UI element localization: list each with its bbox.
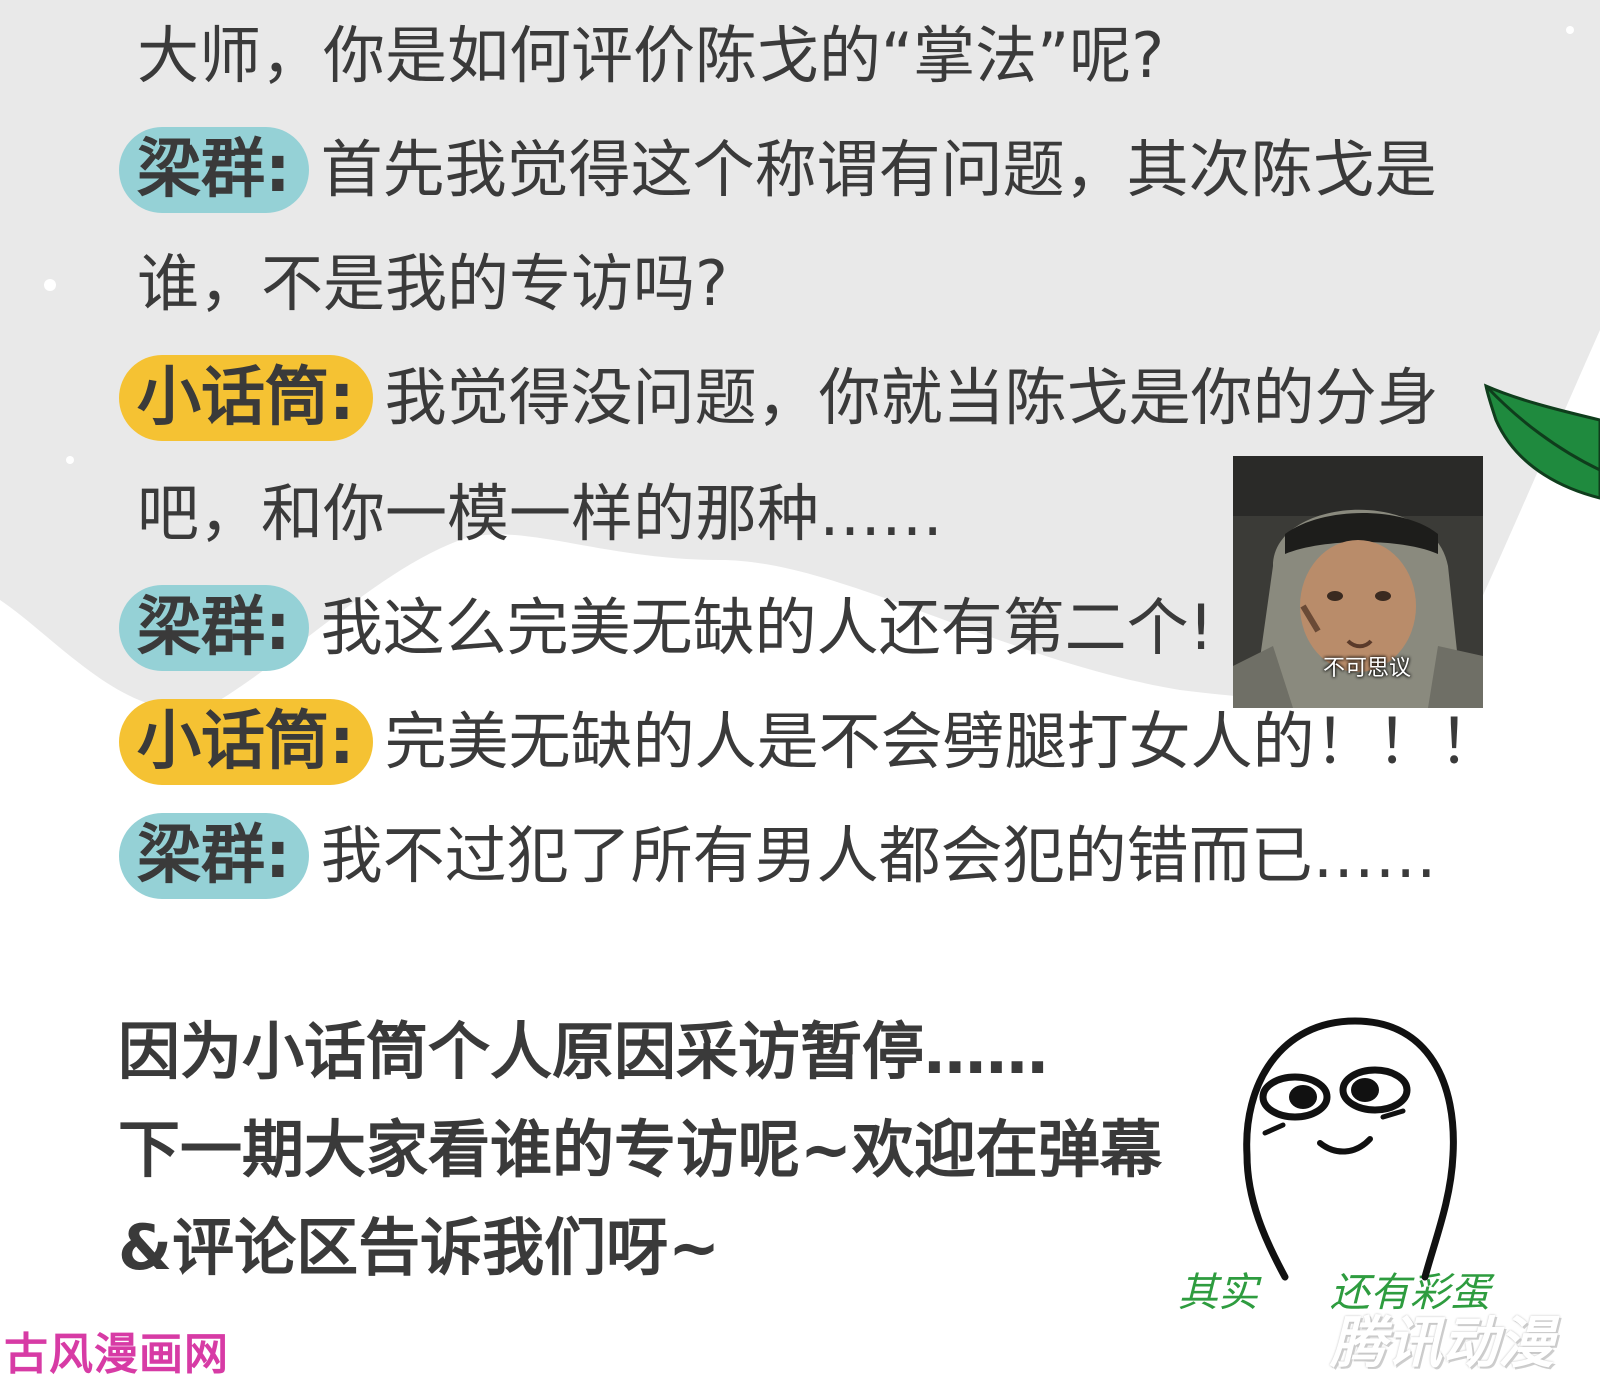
closing-line-2: 下一期大家看谁的专访呢~欢迎在弹幕 xyxy=(118,1113,1162,1186)
watermark-right: 腾讯动漫 xyxy=(1330,1311,1554,1376)
speaker-badge-liangqun: 梁群: xyxy=(119,126,309,213)
dialogue-line: 梁群: 我这么完美无缺的人还有第二个! xyxy=(119,584,1214,671)
speaker-badge-liangqun: 梁群: xyxy=(119,812,309,899)
dialogue-text: 完美无缺的人是不会劈腿打女人的！！！ xyxy=(384,704,1501,778)
dialogue-text: 首先我觉得这个称谓有问题，其次陈戈是 xyxy=(320,132,1437,206)
speaker-badge-xiaohuatong: 小话筒: xyxy=(119,354,373,441)
dialogue-text: 吧，和你一模一样的那种…… xyxy=(137,476,944,550)
dialogue-line: 梁群: 我不过犯了所有男人都会犯的错而已…… xyxy=(119,812,1437,899)
dialogue-line: 梁群: 首先我觉得这个称谓有问题，其次陈戈是 xyxy=(119,126,1437,213)
meme-photo: 不可思议 xyxy=(1233,456,1483,708)
meme-caption: 不可思议 xyxy=(1322,656,1411,681)
dialogue-text: 我不过犯了所有男人都会犯的错而已…… xyxy=(320,818,1437,892)
dialogue-line: 小话筒: 完美无缺的人是不会劈腿打女人的！！！ xyxy=(119,698,1501,785)
dialogue-line: 吧，和你一模一样的那种…… xyxy=(137,470,943,554)
speaker-badge-xiaohuatong: 小话筒: xyxy=(119,698,373,785)
dialogue-text: 谁，不是我的专访吗? xyxy=(137,246,728,320)
closing-line-3: &评论区告诉我们呀~ xyxy=(118,1211,721,1284)
question-line: 大师，你是如何评价陈戈的“掌法”呢? xyxy=(137,12,1164,96)
dialogue-line: 谁，不是我的专访吗? xyxy=(137,240,728,324)
dialogue-line: 小话筒: 我觉得没问题，你就当陈戈是你的分身 xyxy=(119,354,1439,441)
closing-line-1: 因为小话筒个人原因采访暂停…… xyxy=(118,1015,1049,1088)
dialogue-text: 我这么完美无缺的人还有第二个! xyxy=(320,590,1214,664)
watermark-left: 古风漫画网 xyxy=(4,1329,229,1380)
dialogue-text: 我觉得没问题，你就当陈戈是你的分身 xyxy=(384,360,1439,434)
interview-page: 大师，你是如何评价陈戈的“掌法”呢? 梁群: 首先我觉得这个称谓有问题，其次陈戈是… xyxy=(0,0,1600,1380)
question-text: 大师，你是如何评价陈戈的“掌法”呢? xyxy=(137,18,1165,92)
smiling-face-sticker xyxy=(1243,1017,1457,1281)
speaker-badge-liangqun: 梁群: xyxy=(119,584,309,671)
leaf-icon xyxy=(1483,383,1600,500)
